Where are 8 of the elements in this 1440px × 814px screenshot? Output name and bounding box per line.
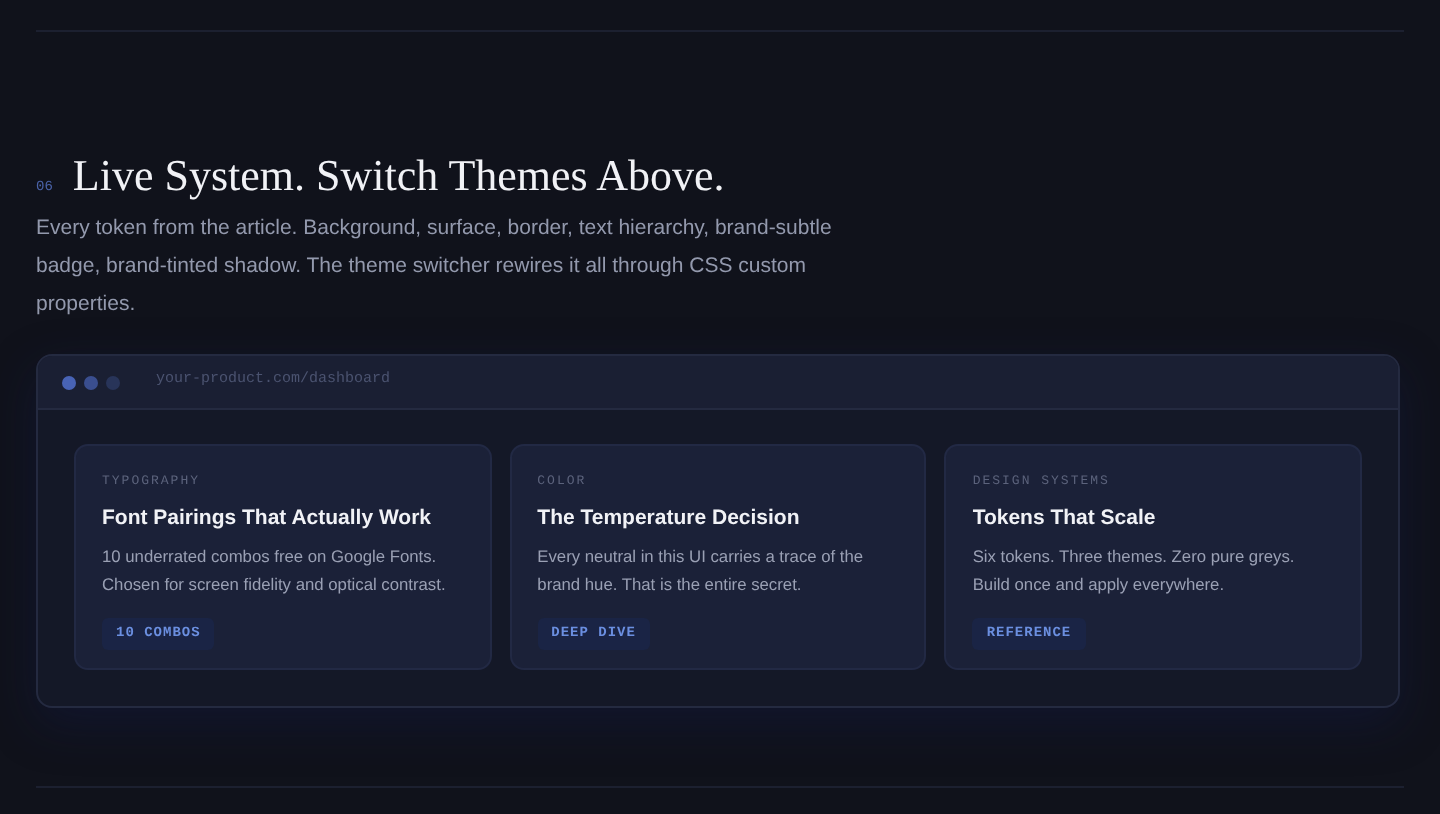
- card-description: Six tokens. Three themes. Zero pure greys. Build once and apply everywhere.: [972, 543, 1297, 597]
- section-description: Every token from the article. Background, surface, border, text hierarchy, brand-subtle badge, brand-tinted shadow. The theme switcher rewires it all through CSS custom properties.: [36, 214, 834, 320]
- card-description: Every neutral in this UI carries a trace of the brand hue. That is the entire secret.: [537, 543, 866, 597]
- card-title: The Temperature Decision: [537, 503, 802, 534]
- card-title: Tokens That Scale: [972, 503, 1158, 534]
- section-title: Live System. Switch Themes Above.: [72, 148, 725, 204]
- card-title: Font Pairings That Actually Work: [102, 503, 434, 534]
- card-description: 10 underrated combos free on Google Fonts. Chosen for screen fidelity and optical contrast.: [102, 543, 448, 597]
